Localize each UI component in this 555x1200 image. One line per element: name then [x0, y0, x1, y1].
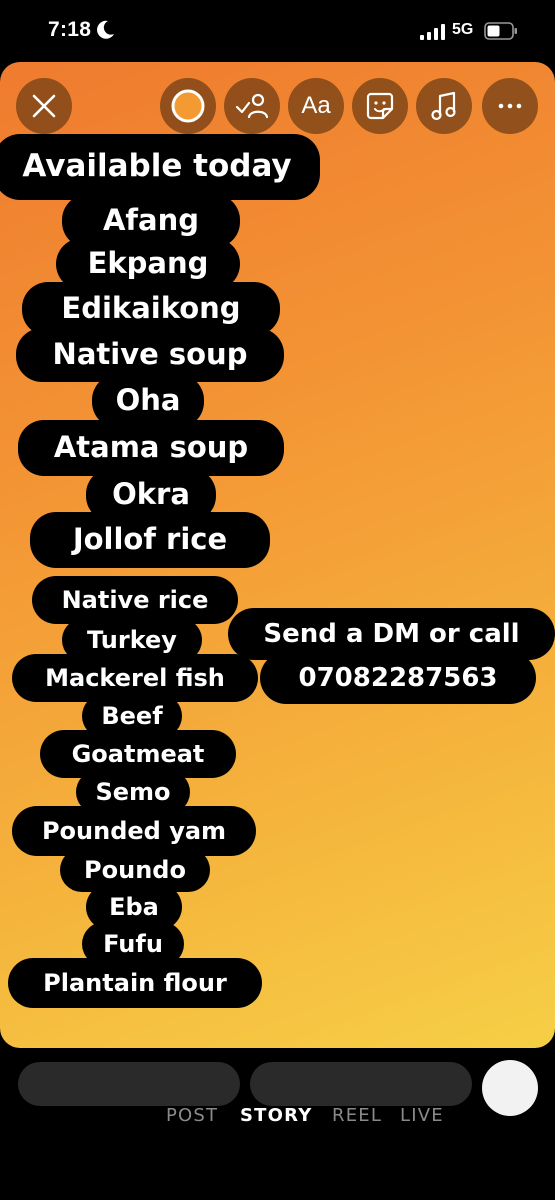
mention-button[interactable] [224, 78, 280, 134]
soup-item[interactable]: Jollof rice [30, 512, 270, 568]
battery-icon [484, 22, 517, 40]
mode-live[interactable]: LIVE [400, 1105, 444, 1126]
close-icon [32, 94, 56, 118]
mode-reel[interactable]: REEL [332, 1105, 382, 1126]
bottom-bar: POST STORY REEL LIVE [0, 1048, 555, 1200]
music-button[interactable] [416, 78, 472, 134]
close-button[interactable] [16, 78, 72, 134]
more-icon [498, 103, 522, 109]
mention-icon [235, 93, 269, 119]
story-canvas[interactable]: Aa Available today Afang Ekpang Edikaiko… [0, 62, 555, 1048]
music-icon [431, 91, 456, 121]
text-tool-label: Aa [301, 92, 331, 119]
text-tool-button[interactable]: Aa [288, 78, 344, 134]
sticker-button[interactable] [352, 78, 408, 134]
moon-icon [97, 20, 114, 39]
story-heading[interactable]: Available today [0, 134, 320, 200]
network-type: 5G [452, 21, 474, 38]
mode-story[interactable]: STORY [240, 1105, 312, 1126]
signal-icon [420, 24, 445, 40]
color-picker-icon [171, 89, 205, 123]
sticker-icon [366, 92, 394, 120]
status-bar: 7:18 5G [0, 0, 555, 62]
more-button[interactable] [482, 78, 538, 134]
menu-item[interactable]: Plantain flour [8, 958, 262, 1008]
send-button[interactable] [482, 1060, 538, 1116]
menu-item[interactable]: Native rice [32, 576, 238, 624]
close-friends-button[interactable] [250, 1062, 472, 1106]
mode-post[interactable]: POST [166, 1105, 218, 1126]
status-time: 7:18 [48, 18, 92, 41]
color-picker-button[interactable] [160, 78, 216, 134]
phone-number[interactable]: 07082287563 [260, 652, 536, 704]
your-story-button[interactable] [18, 1062, 240, 1106]
